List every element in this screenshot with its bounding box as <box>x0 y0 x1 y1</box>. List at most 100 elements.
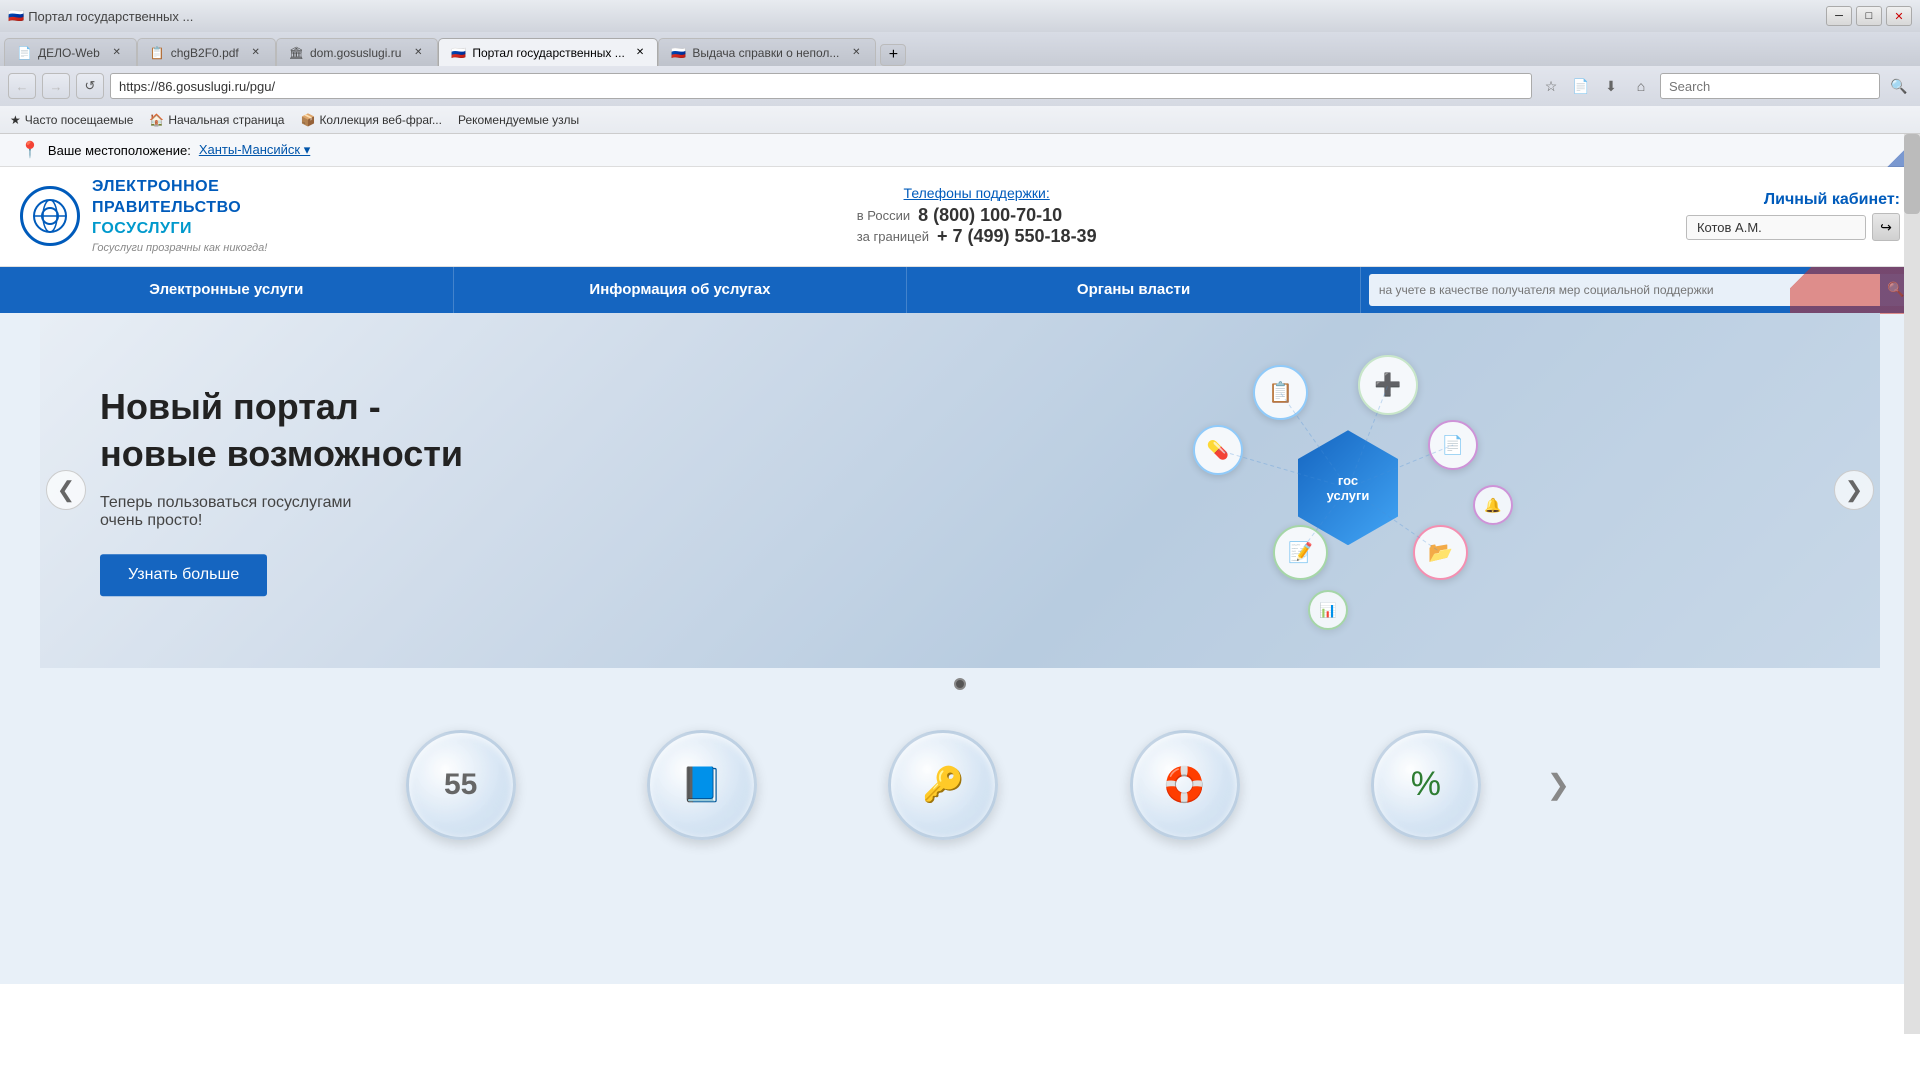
bookmark-frequent[interactable]: ★ Часто посещаемые <box>10 113 133 127</box>
home-icon[interactable]: ⌂ <box>1628 73 1654 99</box>
orbit-icon-5: 📝 <box>1273 525 1328 580</box>
window-title: Портал государственных ... <box>28 9 193 24</box>
browser-tab-4[interactable]: 🇷🇺 Портал государственных ... ✕ <box>438 38 658 66</box>
hero-visual: гос услуги 💊 📋 ➕ 📄 📝 📂 📊 <box>776 313 1880 668</box>
logo-text: ЭЛЕКТРОННОЕ ПРАВИТЕЛЬСТВО ГОСУСЛУГИ Госу… <box>92 177 267 256</box>
nav-electronic-services-label: Электронные услуги <box>149 281 303 298</box>
tab3-favicon: 🏛 <box>289 46 304 60</box>
tab1-favicon: 📄 <box>17 46 32 60</box>
close-button[interactable]: ✕ <box>1886 6 1912 26</box>
logo-line3: ГОСУСЛУГИ <box>92 219 267 240</box>
phone-abroad-row: за границей + 7 (499) 550-18-39 <box>857 226 1097 247</box>
download-icon[interactable]: ⬇ <box>1598 73 1624 99</box>
browser-tab-5[interactable]: 🇷🇺 Выдача справки о непол... ✕ <box>658 38 876 66</box>
tab4-close-button[interactable]: ✕ <box>635 46 646 60</box>
reload-button[interactable]: ↺ <box>76 73 104 99</box>
scrollbar-thumb[interactable] <box>1904 134 1920 214</box>
gos-visual-container: гос услуги 💊 📋 ➕ 📄 📝 📂 📊 <box>1118 330 1538 650</box>
phone-title[interactable]: Телефоны поддержки: <box>857 185 1097 201</box>
carousel-dot-1[interactable] <box>954 678 966 690</box>
nav-service-info-label: Информация об услугах <box>589 281 770 298</box>
browser-tab-2[interactable]: 📋 chgB2F0.pdf ✕ <box>137 38 276 66</box>
toolbar-icons: ☆ 📄 ⬇ ⌂ <box>1538 73 1654 99</box>
logo-tagline: Госуслуги прозрачны как никогда! <box>92 241 267 255</box>
nav-service-info[interactable]: Информация об услугах <box>454 267 908 313</box>
fragment-icon: 📦 <box>300 113 315 127</box>
nav-electronic-services[interactable]: Электронные услуги <box>0 267 454 313</box>
url-field[interactable] <box>110 73 1532 99</box>
star-icon: ★ <box>10 113 21 127</box>
service-item-5[interactable]: % <box>1305 720 1546 850</box>
tab1-title: ДЕЛО-Web <box>38 46 100 60</box>
bookmark-recommended-label: Рекомендуемые узлы <box>458 113 579 127</box>
tab2-favicon: 📋 <box>150 46 165 60</box>
browser-tab-1[interactable]: 📄 ДЕЛО-Web ✕ <box>4 38 137 66</box>
orbit-icon-1: 💊 <box>1193 425 1243 475</box>
service-item-2[interactable]: 📘 <box>581 720 822 850</box>
service-item-1[interactable]: 55 <box>340 720 581 850</box>
maximize-button[interactable]: □ <box>1856 6 1882 26</box>
search-input[interactable] <box>1660 73 1880 99</box>
phone-russia-label: в России <box>857 208 910 223</box>
forward-button[interactable]: → <box>42 73 70 99</box>
hero-content: Новый портал - новые возможности Теперь … <box>100 384 463 596</box>
reading-list-icon[interactable]: 📄 <box>1568 73 1594 99</box>
orbit-icon-2: 📋 <box>1253 365 1308 420</box>
page-content: 📍 Ваше местоположение: Ханты-Мансийск ▾ … <box>0 134 1920 984</box>
personal-action-button[interactable]: ↪ <box>1872 213 1900 241</box>
nav-search-input[interactable] <box>1369 274 1880 306</box>
orbit-icon-3: ➕ <box>1358 355 1418 415</box>
bottom-services: 55 📘 🔑 🛟 <box>20 700 1900 850</box>
orbit-icon-7: 📊 <box>1308 590 1348 630</box>
scrollbar[interactable] <box>1904 134 1920 1034</box>
location-city-link[interactable]: Ханты-Мансийск ▾ <box>199 142 310 158</box>
tabs-bar: 📄 ДЕЛО-Web ✕ 📋 chgB2F0.pdf ✕ 🏛 dom.gosus… <box>0 32 1920 66</box>
carousel-next-button[interactable]: ❯ <box>1834 470 1874 510</box>
user-name-field[interactable] <box>1686 215 1866 240</box>
bookmark-home[interactable]: 🏠 Начальная страница <box>149 113 284 127</box>
tab4-favicon: 🇷🇺 <box>451 46 466 60</box>
tab1-close-button[interactable]: ✕ <box>110 46 124 60</box>
chevron-left-icon: ❮ <box>57 477 75 503</box>
service-circle-3: 🔑 <box>888 730 998 840</box>
search-icon: 🔍 <box>1887 281 1904 298</box>
bookmark-recommended[interactable]: Рекомендуемые узлы <box>458 113 579 127</box>
orbit-icon-4: 📄 <box>1428 420 1478 470</box>
service-item-3[interactable]: 🔑 <box>823 720 1064 850</box>
hero-banner: Новый портал - новые возможности Теперь … <box>40 313 1880 668</box>
carousel-prev-button[interactable]: ❮ <box>46 470 86 510</box>
orbit-icon-6: 📂 <box>1413 525 1468 580</box>
tab5-title: Выдача справки о непол... <box>692 46 839 60</box>
services-next-arrow[interactable]: ❯ <box>1547 768 1580 801</box>
bookmark-star-icon[interactable]: ☆ <box>1538 73 1564 99</box>
title-bar: 🇷🇺 Портал государственных ... ─ □ ✕ <box>0 0 1920 32</box>
service-item-4[interactable]: 🛟 <box>1064 720 1305 850</box>
carousel-dots <box>20 668 1900 700</box>
minimize-button[interactable]: ─ <box>1826 6 1852 26</box>
window-controls[interactable]: ─ □ ✕ <box>1826 6 1912 26</box>
orbit-icon-8: 🔔 <box>1473 485 1513 525</box>
bookmark-frequent-label: Часто посещаемые <box>25 113 134 127</box>
new-tab-button[interactable]: + <box>880 44 906 66</box>
phone-abroad-number: + 7 (499) 550-18-39 <box>937 226 1097 247</box>
tab3-close-button[interactable]: ✕ <box>411 46 425 60</box>
learn-more-button[interactable]: Узнать больше <box>100 554 267 596</box>
phone-russia-row: в России 8 (800) 100-70-10 <box>857 205 1097 226</box>
logo-icon <box>20 186 80 246</box>
nav-authorities[interactable]: Органы власти <box>907 267 1361 313</box>
logo-line2: ПРАВИТЕЛЬСТВО <box>92 198 267 219</box>
address-bar: ← → ↺ ☆ 📄 ⬇ ⌂ 🔍 <box>0 66 1920 106</box>
service-circle-1: 55 <box>406 730 516 840</box>
browser-tab-3[interactable]: 🏛 dom.gosuslugi.ru ✕ <box>276 38 439 66</box>
back-button[interactable]: ← <box>8 73 36 99</box>
phone-area: Телефоны поддержки: в России 8 (800) 100… <box>857 185 1097 247</box>
bookmark-webfragments[interactable]: 📦 Коллекция веб-фраг... <box>300 113 441 127</box>
tab5-close-button[interactable]: ✕ <box>849 46 863 60</box>
tab2-close-button[interactable]: ✕ <box>249 46 263 60</box>
tab3-title: dom.gosuslugi.ru <box>310 46 401 60</box>
logo-svg <box>32 198 68 234</box>
personal-input-row: ↪ <box>1686 213 1900 241</box>
chevron-right-icon: ❯ <box>1845 477 1863 503</box>
location-label: Ваше местоположение: <box>48 143 191 158</box>
personal-area: Личный кабинет: ↪ <box>1686 191 1900 241</box>
